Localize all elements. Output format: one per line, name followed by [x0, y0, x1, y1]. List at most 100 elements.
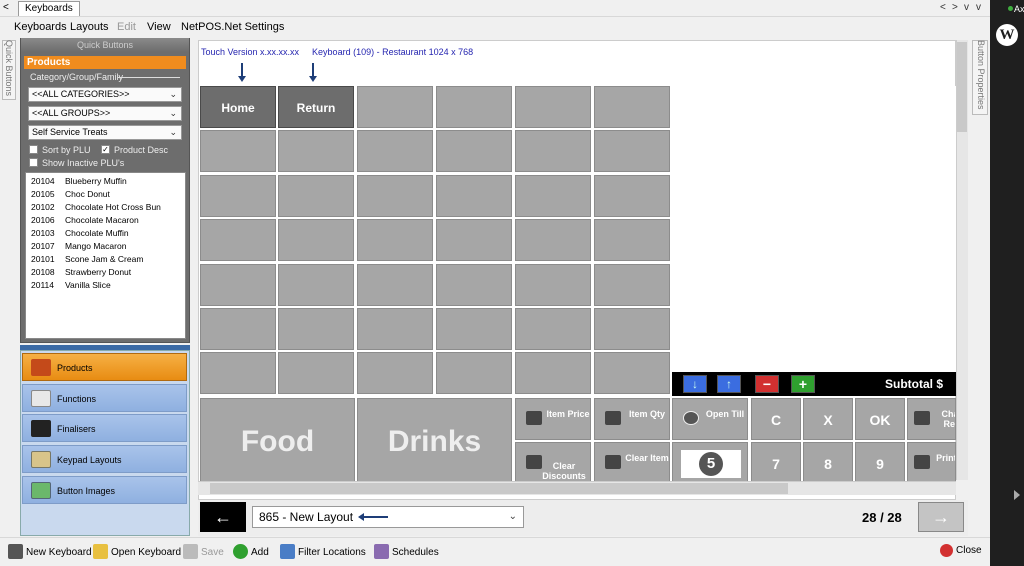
- keyboard-grid-button[interactable]: [515, 175, 591, 217]
- wordpress-icon[interactable]: W: [996, 24, 1018, 46]
- category-products-button[interactable]: Products: [22, 353, 187, 381]
- key-7[interactable]: 7: [751, 442, 801, 484]
- add-button[interactable]: Add: [233, 544, 269, 559]
- keyboard-grid-button[interactable]: [278, 352, 354, 394]
- category-keypad-layouts-button[interactable]: Keypad Layouts: [22, 445, 187, 473]
- dropdown-button[interactable]: v: [964, 2, 969, 13]
- vertical-scroll-thumb[interactable]: [957, 42, 967, 132]
- family-select[interactable]: Self Service Treats ⌄: [28, 125, 182, 140]
- keyboard-grid-button[interactable]: [515, 130, 591, 172]
- list-item[interactable]: 20108 Strawberry Donut: [31, 267, 131, 277]
- keyboard-grid-button[interactable]: [200, 264, 276, 306]
- group-select[interactable]: <<ALL GROUPS>> ⌄: [28, 106, 182, 121]
- new-keyboard-button[interactable]: New Keyboard: [8, 544, 92, 559]
- arrow-up-button[interactable]: ↑: [717, 375, 741, 393]
- return-button[interactable]: Return: [278, 86, 354, 128]
- menu-layouts[interactable]: Layouts: [70, 21, 109, 33]
- list-item[interactable]: 20104 Blueberry Muffin: [31, 176, 127, 186]
- key-5-button[interactable]: 5: [672, 442, 748, 484]
- keyboard-grid-button[interactable]: [594, 86, 670, 128]
- keyboard-grid-button[interactable]: [357, 86, 433, 128]
- close-button[interactable]: Close: [940, 544, 982, 557]
- keyboard-grid-button[interactable]: [515, 86, 591, 128]
- keyboard-grid-button[interactable]: [200, 130, 276, 172]
- keyboard-grid-button[interactable]: [357, 219, 433, 261]
- previous-page-button[interactable]: ←: [200, 502, 246, 532]
- keyboard-grid-button[interactable]: [515, 352, 591, 394]
- keyboard-grid-button[interactable]: [436, 219, 512, 261]
- food-button[interactable]: Food: [200, 398, 355, 484]
- keyboard-grid-button[interactable]: [515, 219, 591, 261]
- next-page-button[interactable]: →: [918, 502, 964, 532]
- keyboard-grid-button[interactable]: [436, 264, 512, 306]
- list-item[interactable]: 20114 Vanilla Slice: [31, 280, 111, 290]
- open-keyboard-button[interactable]: Open Keyboard: [93, 544, 181, 559]
- item-price-button[interactable]: Item Price: [515, 398, 591, 440]
- sort-by-plu-checkbox[interactable]: [29, 145, 38, 154]
- print-total-button[interactable]: Print Total: [907, 442, 956, 484]
- arrow-down-button[interactable]: ↓: [683, 375, 707, 393]
- keyboard-grid-button[interactable]: [357, 264, 433, 306]
- schedules-button[interactable]: Schedules: [374, 544, 439, 559]
- keyboard-grid-button[interactable]: [594, 308, 670, 350]
- list-item[interactable]: 20107 Mango Macaron: [31, 241, 126, 251]
- category-finalisers-button[interactable]: Finalisers: [22, 414, 187, 442]
- list-item[interactable]: 20105 Choc Donut: [31, 189, 110, 199]
- product-desc-checkbox[interactable]: ✓: [101, 145, 110, 154]
- keyboard-grid-button[interactable]: [278, 130, 354, 172]
- clear-item-button[interactable]: Clear Item: [594, 442, 670, 484]
- menu-netpos-settings[interactable]: NetPOS.Net Settings: [181, 21, 284, 33]
- menu-keyboards[interactable]: Keyboards: [14, 21, 67, 33]
- keyboard-grid-button[interactable]: [200, 308, 276, 350]
- keyboard-grid-button[interactable]: [594, 175, 670, 217]
- expand-arrow-icon[interactable]: [1014, 490, 1020, 500]
- keyboard-grid-button[interactable]: [594, 352, 670, 394]
- keyboard-grid-button[interactable]: [594, 130, 670, 172]
- clear-discounts-button[interactable]: Clear Discounts: [515, 442, 591, 484]
- keyboard-grid-button[interactable]: [278, 264, 354, 306]
- change-return-button[interactable]: Change Return: [907, 398, 956, 440]
- show-inactive-checkbox[interactable]: [29, 158, 38, 167]
- menu-edit[interactable]: Edit: [117, 21, 136, 33]
- cancel-key[interactable]: X: [803, 398, 853, 440]
- menu-view[interactable]: View: [147, 21, 171, 33]
- keyboard-grid-button[interactable]: [436, 86, 512, 128]
- home-button[interactable]: Home: [200, 86, 276, 128]
- category-functions-button[interactable]: Functions: [22, 384, 187, 412]
- keyboard-grid-button[interactable]: [515, 308, 591, 350]
- keyboard-grid-button[interactable]: [436, 308, 512, 350]
- keyboard-grid-button[interactable]: [200, 352, 276, 394]
- keyboard-grid-button[interactable]: [436, 352, 512, 394]
- layout-select[interactable]: 865 - New Layout ⌄: [252, 506, 524, 528]
- category-select[interactable]: <<ALL CATEGORIES>> ⌄: [28, 87, 182, 102]
- plus-button[interactable]: +: [791, 375, 815, 393]
- item-qty-button[interactable]: Item Qty: [594, 398, 670, 440]
- list-item[interactable]: 20106 Chocolate Macaron: [31, 215, 139, 225]
- open-till-button[interactable]: Open Till: [672, 398, 748, 440]
- filter-locations-button[interactable]: Filter Locations: [280, 544, 366, 559]
- button-properties-side-tab[interactable]: Button Properties: [972, 40, 988, 115]
- quick-buttons-side-tab[interactable]: Quick Buttons: [2, 40, 16, 100]
- keyboard-grid-button[interactable]: [594, 264, 670, 306]
- keyboard-grid-button[interactable]: [278, 175, 354, 217]
- keyboard-grid-button[interactable]: [594, 219, 670, 261]
- list-item[interactable]: 20103 Chocolate Muffin: [31, 228, 129, 238]
- key-9[interactable]: 9: [855, 442, 905, 484]
- keyboard-grid-button[interactable]: [278, 219, 354, 261]
- tab-scroll-left-button[interactable]: <: [3, 2, 9, 13]
- keyboards-tab[interactable]: Keyboards: [18, 1, 80, 16]
- keyboard-grid-button[interactable]: [357, 308, 433, 350]
- keyboard-grid-button[interactable]: [357, 130, 433, 172]
- horizontal-scroll-thumb[interactable]: [210, 483, 788, 494]
- list-item[interactable]: 20101 Scone Jam & Cream: [31, 254, 143, 264]
- minimize-button[interactable]: v: [976, 2, 981, 13]
- minus-button[interactable]: −: [755, 375, 779, 393]
- keyboard-grid-button[interactable]: [278, 308, 354, 350]
- category-button-images-button[interactable]: Button Images: [22, 476, 187, 504]
- keyboard-grid-button[interactable]: [515, 264, 591, 306]
- keyboard-grid-button[interactable]: [357, 175, 433, 217]
- scroll-right-button[interactable]: >: [952, 2, 958, 13]
- plu-list[interactable]: 20104 Blueberry Muffin 20105 Choc Donut 20…: [25, 172, 186, 339]
- clear-key[interactable]: C: [751, 398, 801, 440]
- save-button[interactable]: Save: [183, 544, 224, 559]
